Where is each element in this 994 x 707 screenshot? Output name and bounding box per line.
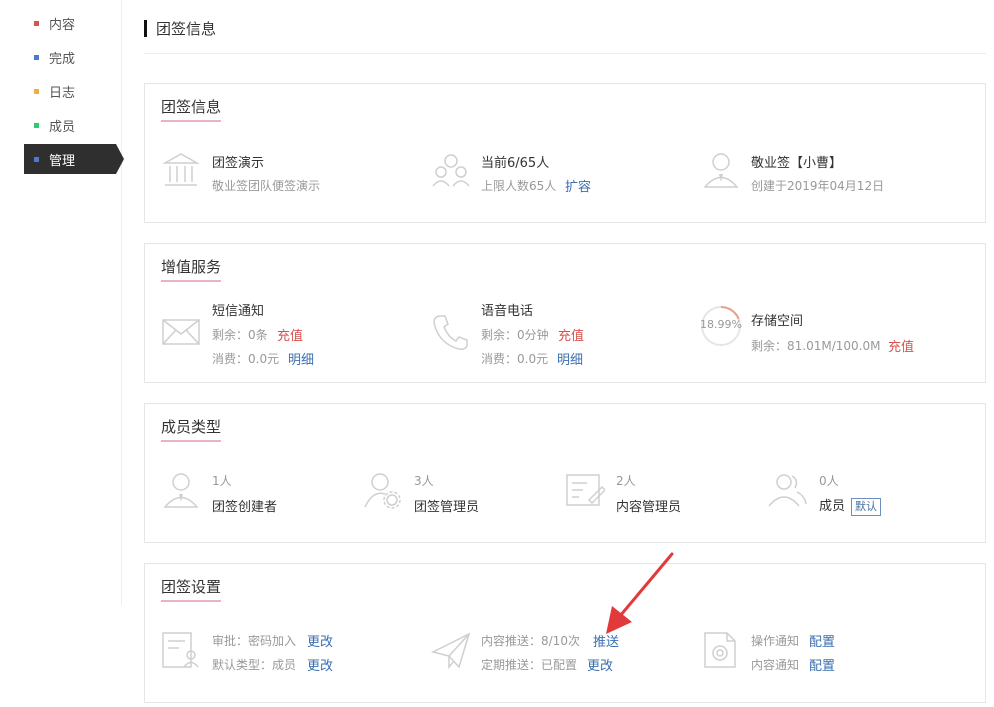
sidebar-item-label: 完成 — [49, 51, 76, 67]
content-notice-config-link[interactable]: 配置 — [809, 655, 835, 674]
member-type-count: 1人 — [212, 474, 232, 488]
sms-detail-link[interactable]: 明细 — [288, 349, 314, 368]
storage-percent: 18.99% — [700, 318, 742, 331]
voice-remain: 剩余：0分钟 — [481, 328, 549, 342]
sms-name: 短信通知 — [212, 304, 265, 319]
bullet-icon — [34, 54, 39, 60]
storage-recharge-link[interactable]: 充值 — [888, 336, 914, 355]
approval-label: 审批：密码加入 — [212, 634, 297, 648]
card-title: 团签信息 — [161, 96, 222, 122]
annotation-arrow-icon — [606, 552, 674, 634]
push-label: 内容推送：8/10次 — [481, 634, 580, 648]
card-title: 团签设置 — [161, 576, 222, 602]
member-count-info: 当前6/65人 上限人数65人 扩容 — [431, 150, 691, 200]
users-icon — [768, 474, 807, 507]
page-header: 团签信息 — [144, 14, 986, 54]
scheduled-edit-link[interactable]: 更改 — [587, 655, 613, 674]
value-added-card: 增值服务 短信通知 剩余：0条 充值 消费：0.0元 明细 语音电话 剩余：0分… — [144, 243, 986, 383]
voice-recharge-link[interactable]: 充值 — [558, 325, 584, 344]
sidebar-item-manage[interactable]: 管理 — [24, 144, 124, 174]
document-edit-icon — [566, 474, 605, 506]
member-type-count: 0人 — [819, 474, 839, 488]
sidebar-item-log[interactable]: 日志 — [24, 76, 116, 106]
member-count: 当前6/65人 — [481, 156, 550, 171]
expand-link[interactable]: 扩容 — [565, 176, 591, 195]
member-type-row: 成员 默认 — [819, 495, 882, 516]
voice-service: 语音电话 剩余：0分钟 充值 消费：0.0元 明细 — [431, 298, 691, 368]
bullet-icon — [34, 88, 39, 94]
team-desc: 敬业签团队便签演示 — [212, 179, 321, 193]
sms-service: 短信通知 剩余：0条 充值 消费：0.0元 明细 — [161, 298, 421, 368]
team-info: 团签演示 敬业签团队便签演示 — [161, 150, 421, 200]
team-name: 团签演示 — [212, 156, 265, 171]
voice-detail-link[interactable]: 明细 — [557, 349, 583, 368]
sidebar-item-label: 日志 — [49, 85, 76, 101]
sidebar-item-label: 内容 — [49, 17, 76, 33]
scheduled-label: 定期推送：已配置 — [481, 658, 578, 672]
document-user-icon — [162, 632, 199, 668]
sidebar-item-label: 成员 — [49, 119, 76, 135]
card-title: 增值服务 — [161, 256, 222, 282]
user-icon — [703, 153, 739, 188]
voice-cost: 消费：0.0元 — [481, 352, 549, 366]
member-type-name: 团签创建者 — [212, 500, 278, 515]
member-type-content-admin: 2人 内容管理员 — [565, 470, 755, 520]
sms-recharge-link[interactable]: 充值 — [277, 325, 303, 344]
voice-name: 语音电话 — [481, 304, 534, 319]
member-types-card: 成员类型 1人 团签创建者 3人 团签管理员 2人 内容管理员 0人 成员 默认 — [144, 403, 986, 543]
member-type-name: 团签管理员 — [414, 500, 480, 515]
storage-service: 18.99% 存储空间 剩余：81.01M/100.0M 充值 — [699, 304, 979, 364]
owner-name: 敬业签【小曹】 — [751, 156, 843, 171]
member-type-member: 0人 成员 默认 — [767, 470, 967, 520]
member-type-admin: 3人 团签管理员 — [363, 470, 553, 520]
page-title: 团签信息 — [156, 20, 217, 38]
op-notice-label: 操作通知 — [751, 634, 800, 648]
storage-name: 存储空间 — [751, 314, 804, 329]
envelope-icon — [162, 319, 200, 345]
settings-card: 团签设置 审批：密码加入 更改 默认类型：成员 更改 内容推送：8/10次 推送… — [144, 563, 986, 703]
sms-remain: 剩余：0条 — [212, 328, 268, 342]
op-notice-config-link[interactable]: 配置 — [809, 631, 835, 650]
user-gear-icon — [364, 473, 401, 509]
created-date: 创建于2019年04月12日 — [751, 179, 885, 193]
member-type-count: 2人 — [616, 474, 636, 488]
phone-icon — [433, 315, 468, 350]
paper-plane-icon — [431, 632, 471, 670]
content-notice-label: 内容通知 — [751, 658, 800, 672]
sidebar: 内容 完成 日志 成员 管理 — [0, 0, 124, 605]
sidebar-item-label: 管理 — [49, 153, 76, 169]
join-settings: 审批：密码加入 更改 默认类型：成员 更改 — [161, 630, 421, 680]
default-badge: 默认 — [851, 498, 882, 516]
sidebar-item-done[interactable]: 完成 — [24, 42, 116, 72]
bullet-icon — [34, 156, 39, 162]
notice-settings: 操作通知 配置 内容通知 配置 — [701, 630, 961, 680]
creator-icon — [163, 473, 199, 508]
member-type-name: 成员 — [819, 499, 846, 514]
approval-edit-link[interactable]: 更改 — [307, 631, 333, 650]
sms-cost: 消费：0.0元 — [212, 352, 280, 366]
sidebar-item-members[interactable]: 成员 — [24, 110, 116, 140]
member-limit: 上限人数65人 — [481, 179, 557, 193]
owner-info: 敬业签【小曹】 创建于2019年04月12日 — [701, 150, 971, 200]
bullet-icon — [34, 20, 39, 26]
document-at-icon — [704, 632, 736, 668]
sidebar-item-content[interactable]: 内容 — [24, 8, 116, 38]
member-type-creator: 1人 团签创建者 — [161, 470, 351, 520]
storage-remain: 剩余：81.01M/100.0M — [751, 339, 881, 353]
bullet-icon — [34, 122, 39, 128]
info-card: 团签信息 团签演示 敬业签团队便签演示 当前6/65人 上限人数65人 扩容 敬… — [144, 83, 986, 223]
default-type-label: 默认类型：成员 — [212, 658, 297, 672]
member-type-count: 3人 — [414, 474, 434, 488]
default-type-edit-link[interactable]: 更改 — [307, 655, 333, 674]
card-title: 成员类型 — [161, 416, 222, 442]
title-bar — [144, 20, 147, 37]
bank-icon — [162, 153, 200, 186]
member-type-name: 内容管理员 — [616, 500, 682, 515]
group-icon — [432, 154, 470, 187]
